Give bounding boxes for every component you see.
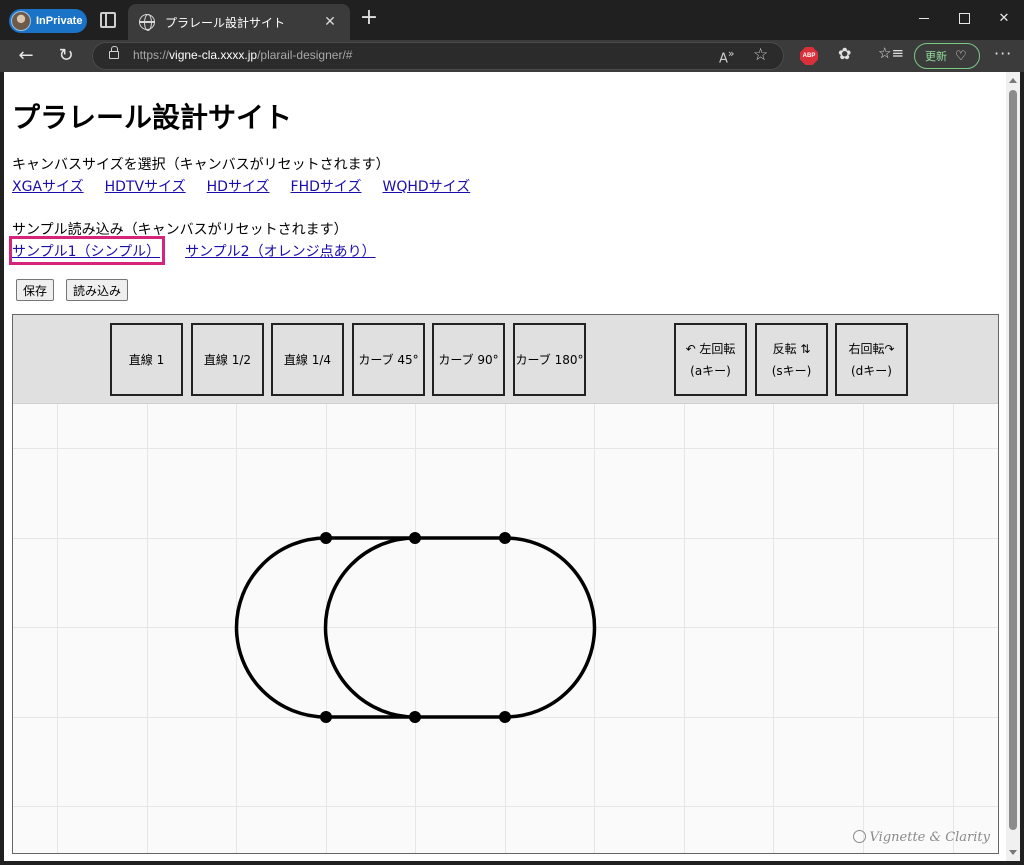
vertical-scrollbar[interactable] <box>1006 72 1020 861</box>
watermark-text: Vignette & Clarity <box>869 830 990 845</box>
watermark-logo: Vignette & Clarity <box>852 830 990 845</box>
piece-straight-half[interactable]: 直線 1/2 <box>191 323 264 396</box>
globe-icon <box>139 14 155 31</box>
save-button[interactable]: 保存 <box>16 279 55 301</box>
profile-avatar <box>11 11 31 31</box>
link-sample-2[interactable]: サンプル2（オレンジ点あり） <box>185 241 376 261</box>
action-label: 右回転↷ <box>848 341 895 356</box>
favorites-list-icon[interactable]: ☆≡ <box>878 44 904 62</box>
rotate-right-button[interactable]: 右回転↷ (dキー) <box>835 323 908 396</box>
piece-straight-1[interactable]: 直線 1 <box>110 323 183 396</box>
update-label: 更新 <box>925 50 947 63</box>
page-title: プラレール設計サイト <box>12 101 293 134</box>
track-joint-dot[interactable] <box>320 711 332 723</box>
flip-button[interactable]: 反転 ⇅ (sキー) <box>755 323 828 396</box>
tab-close-icon[interactable]: ✕ <box>318 14 342 30</box>
tab-title: プラレール設計サイト <box>165 15 286 30</box>
url-prefix: https:// <box>133 48 170 62</box>
heart-icon: ♡ <box>955 48 967 64</box>
lock-icon[interactable] <box>109 46 119 59</box>
action-key: (dキー) <box>851 363 892 378</box>
adblock-icon[interactable]: ABP <box>800 47 818 65</box>
piece-label: 直線 1 <box>128 352 165 367</box>
link-fhd-size[interactable]: FHDサイズ <box>291 176 362 196</box>
piece-label: カーブ 45° <box>358 352 419 367</box>
window-frame <box>0 861 1024 865</box>
action-key: (sキー) <box>771 363 812 378</box>
track-joint-dot[interactable] <box>409 532 421 544</box>
piece-label: 直線 1/4 <box>283 352 332 367</box>
canvas-size-links: XGAサイズ HDTVサイズ HDサイズ FHDサイズ WQHDサイズ <box>12 176 491 196</box>
piece-label: カーブ 180° <box>515 352 584 367</box>
extensions-icon[interactable]: ✿ <box>838 44 851 63</box>
browser-tab-bar: InPrivate プラレール設計サイト ✕ + ✕ <box>0 0 1024 40</box>
piece-label: 直線 1/2 <box>203 352 252 367</box>
page-viewport: プラレール設計サイト キャンバスサイズを選択（キャンバスがリセットされます） X… <box>4 72 1006 861</box>
piece-palette: 直線 1 直線 1/2 直線 1/4 カーブ 45° カーブ 90° カーブ 1… <box>13 315 998 404</box>
favorite-star-icon[interactable]: ☆ <box>753 45 768 65</box>
update-button[interactable]: 更新 ♡ <box>914 43 980 69</box>
back-arrow-icon[interactable]: ← <box>14 44 38 68</box>
maximize-icon[interactable] <box>944 0 984 36</box>
new-tab-button[interactable]: + <box>358 7 380 30</box>
inprivate-badge[interactable]: InPrivate <box>9 9 87 33</box>
browser-toolbar: ← ↻ https://vigne-cla.xxxx.jp/plarail-de… <box>0 40 1024 72</box>
piece-curve-45[interactable]: カーブ 45° <box>352 323 425 396</box>
canvas-size-label: キャンバスサイズを選択（キャンバスがリセットされます） <box>12 157 390 173</box>
action-label: ↶ 左回転 <box>685 341 736 356</box>
url-text: https://vigne-cla.xxxx.jp/plarail-design… <box>133 48 352 62</box>
track-joint-dot[interactable] <box>409 711 421 723</box>
link-hd-size[interactable]: HDサイズ <box>207 176 270 196</box>
track-canvas[interactable] <box>13 404 998 853</box>
url-host: vigne-cla.xxxx.jp <box>169 48 258 62</box>
track-joint-dot[interactable] <box>499 532 511 544</box>
track-joint-dot[interactable] <box>499 711 511 723</box>
action-key: (aキー) <box>690 363 731 378</box>
track-designer: 直線 1 直線 1/2 直線 1/4 カーブ 45° カーブ 90° カーブ 1… <box>12 314 999 854</box>
reload-icon[interactable]: ↻ <box>54 44 78 68</box>
piece-curve-180[interactable]: カーブ 180° <box>513 323 586 396</box>
address-bar[interactable]: https://vigne-cla.xxxx.jp/plarail-design… <box>92 42 784 70</box>
window-close-icon[interactable]: ✕ <box>984 0 1024 36</box>
highlight-annotation <box>9 236 165 265</box>
url-path: /plarail-designer/# <box>257 48 353 62</box>
scroll-up-arrow-icon[interactable] <box>1009 78 1017 83</box>
load-button[interactable]: 読み込み <box>66 279 129 301</box>
inprivate-label: InPrivate <box>36 15 83 27</box>
browser-tab[interactable]: プラレール設計サイト ✕ <box>128 4 350 40</box>
track-joint-dot[interactable] <box>320 532 332 544</box>
read-aloud-icon[interactable]: A» <box>719 47 735 66</box>
tab-actions-icon[interactable] <box>100 12 116 28</box>
scroll-thumb[interactable] <box>1009 90 1017 830</box>
action-label: 反転 ⇅ <box>772 341 811 356</box>
scroll-down-arrow-icon[interactable] <box>1009 850 1017 855</box>
link-wqhd-size[interactable]: WQHDサイズ <box>382 176 470 196</box>
minimize-icon[interactable] <box>904 0 944 36</box>
smiley-icon <box>852 830 866 843</box>
more-options-icon[interactable]: ··· <box>994 44 1012 63</box>
window-frame <box>1020 72 1024 865</box>
window-controls: ✕ <box>904 0 1024 36</box>
rotate-left-button[interactable]: ↶ 左回転 (aキー) <box>674 323 747 396</box>
link-xga-size[interactable]: XGAサイズ <box>12 176 84 196</box>
piece-straight-quarter[interactable]: 直線 1/4 <box>271 323 344 396</box>
piece-label: カーブ 90° <box>438 352 499 367</box>
piece-curve-90[interactable]: カーブ 90° <box>432 323 505 396</box>
link-hdtv-size[interactable]: HDTVサイズ <box>105 176 186 196</box>
